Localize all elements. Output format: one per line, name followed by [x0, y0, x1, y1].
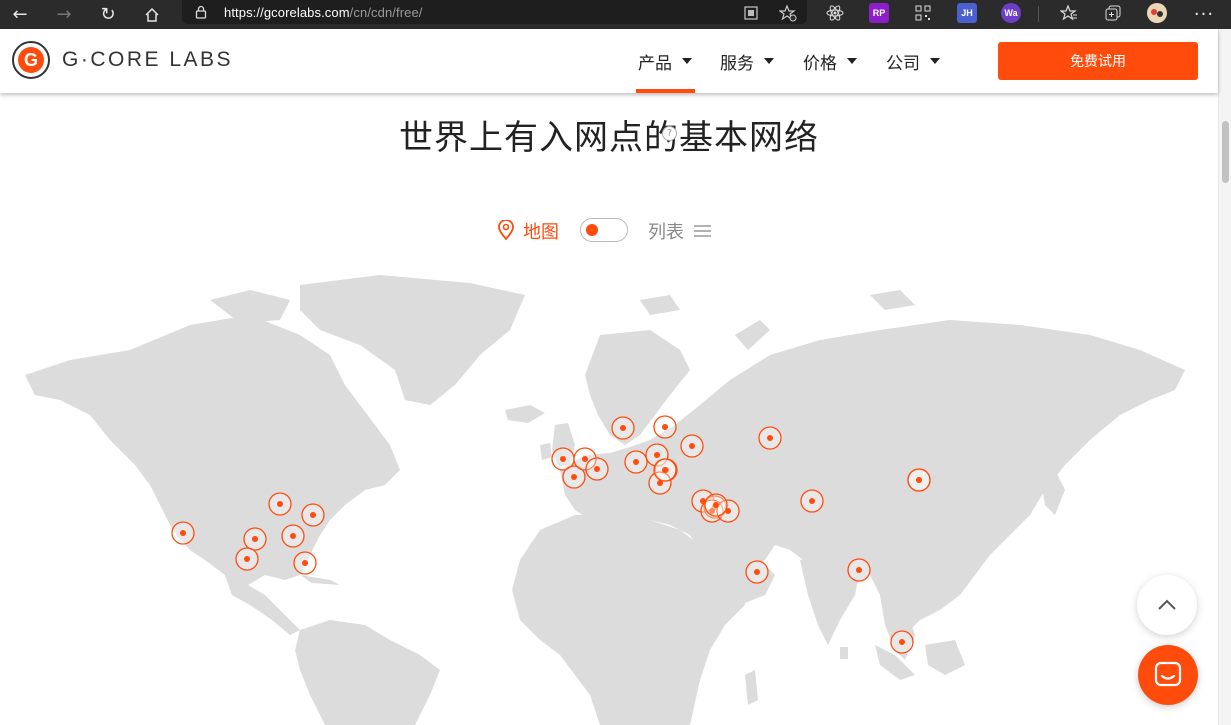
view-switch[interactable]: [580, 218, 628, 242]
profile-avatar[interactable]: [1147, 3, 1167, 23]
pop-marker-stockholm[interactable]: [611, 416, 635, 440]
iceland: [505, 405, 545, 423]
pop-marker-chicago[interactable]: [268, 492, 292, 516]
forward-icon[interactable]: →: [50, 0, 78, 29]
severnaya-zemlya: [870, 290, 915, 310]
land-masses: [25, 275, 1185, 725]
free-trial-button[interactable]: 免费试用: [998, 42, 1198, 80]
menu-products[interactable]: 产品: [636, 29, 695, 93]
ireland: [540, 443, 552, 460]
map-view-label[interactable]: 地图: [523, 218, 559, 244]
cuba: [300, 575, 340, 585]
qr-reader-icon[interactable]: [741, 3, 761, 23]
collections-icon[interactable]: [1103, 3, 1123, 23]
chevron-up-icon: [1158, 599, 1176, 610]
novaya-zemlya: [735, 320, 770, 350]
chat-button[interactable]: [1138, 645, 1198, 705]
menu-company-label: 公司: [886, 53, 920, 74]
gcore-logo[interactable]: G: [12, 41, 50, 79]
menu-company[interactable]: 公司: [886, 29, 940, 93]
switch-knob: [586, 224, 598, 236]
central-america: [225, 575, 300, 635]
list-icon: [694, 223, 711, 237]
pop-marker-singapore[interactable]: [890, 630, 914, 654]
pop-marker-ashburn[interactable]: [301, 503, 325, 527]
caret-down-icon: [847, 58, 857, 64]
rp-extension-icon[interactable]: RP: [869, 3, 889, 23]
caret-down-icon: [764, 58, 774, 64]
jh-extension-icon[interactable]: JH: [957, 3, 977, 23]
map-pin-icon: [497, 219, 515, 241]
site-header: G G·CORE LABS 产品 服务 价格 公司 免费试用: [0, 29, 1218, 93]
lock-icon[interactable]: [194, 5, 208, 19]
pop-marker-chisinau[interactable]: [653, 458, 677, 482]
madagascar: [745, 670, 758, 705]
pop-marker-moscow[interactable]: [680, 434, 704, 458]
scroll-to-top-button[interactable]: [1137, 575, 1197, 635]
pop-marker-warsaw[interactable]: [624, 450, 648, 474]
pop-marker-los-angeles[interactable]: [171, 521, 195, 545]
pop-marker-miami[interactable]: [293, 551, 317, 575]
view-toggle: 地图 列表: [0, 215, 1218, 247]
borneo: [925, 640, 965, 675]
pop-marker-mumbai[interactable]: [847, 558, 871, 582]
favorites-add-icon[interactable]: [778, 3, 798, 23]
south-america: [295, 620, 440, 725]
logo-letter: G: [18, 47, 44, 73]
sri-lanka: [840, 647, 848, 659]
favorites-icon[interactable]: [1059, 3, 1079, 23]
address-bar[interactable]: https://gcorelabs.com/cn/cdn/free/: [182, 0, 807, 24]
list-view-label[interactable]: 列表: [648, 218, 684, 244]
pop-marker-riga[interactable]: [653, 415, 677, 439]
caret-down-icon: [682, 58, 692, 64]
qr-code-icon[interactable]: [913, 3, 933, 23]
menu-pricing-label: 价格: [803, 53, 837, 74]
brand-name[interactable]: G·CORE LABS: [62, 48, 233, 72]
react-devtools-icon[interactable]: [825, 3, 845, 23]
menu-services[interactable]: 服务: [720, 29, 774, 93]
pop-marker-dallas[interactable]: [243, 527, 267, 551]
menu-products-label: 产品: [638, 53, 672, 74]
browser-toolbar: ← → ↻ https://gcorelabs.com/cn/cdn/free/…: [0, 0, 1231, 29]
toolbar-divider: [1038, 6, 1039, 22]
more-icon[interactable]: ···: [1190, 0, 1218, 29]
url-text: https://gcorelabs.com/cn/cdn/free/: [224, 4, 423, 20]
page-scrollbar[interactable]: [1218, 29, 1231, 725]
north-america: [25, 315, 400, 595]
menu-pricing[interactable]: 价格: [803, 29, 857, 93]
caret-down-icon: [930, 58, 940, 64]
pop-marker-kyiv[interactable]: [758, 426, 782, 450]
svalbard: [640, 295, 680, 315]
canada-islands: [210, 290, 290, 323]
help-icon[interactable]: ?: [662, 126, 677, 141]
back-icon[interactable]: ←: [6, 0, 34, 29]
pop-marker-almaty[interactable]: [800, 489, 824, 513]
pop-marker-atlanta[interactable]: [281, 524, 305, 548]
scrollbar-thumb[interactable]: [1222, 121, 1229, 183]
chat-icon: [1154, 661, 1182, 687]
reload-icon[interactable]: ↻: [94, 0, 122, 29]
pop-marker-frankfurt[interactable]: [585, 457, 609, 481]
page-heading: 世界上有入网点的基本网络: [399, 118, 819, 158]
pop-marker-dubai[interactable]: [745, 560, 769, 584]
menu-services-label: 服务: [720, 53, 754, 74]
japan: [1040, 470, 1065, 515]
pop-marker-khabarovsk[interactable]: [907, 468, 931, 492]
world-map: [25, 275, 1185, 725]
wappalyzer-icon[interactable]: Wa: [1001, 3, 1021, 23]
pop-marker-houston[interactable]: [235, 547, 259, 571]
pop-marker-tashkent[interactable]: [704, 493, 728, 517]
home-icon[interactable]: [138, 0, 166, 29]
